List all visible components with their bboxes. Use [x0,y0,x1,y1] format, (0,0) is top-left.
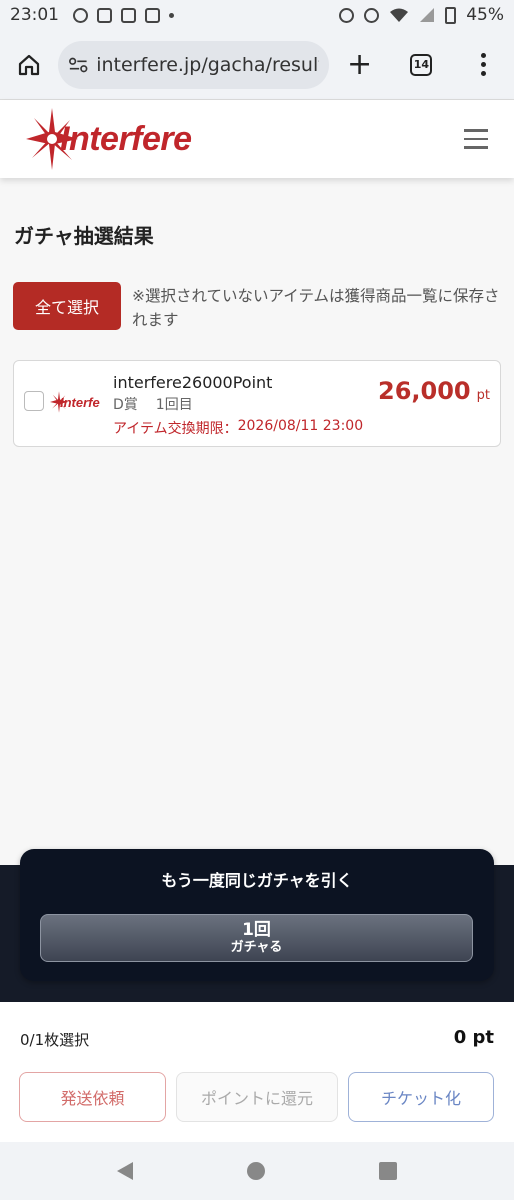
wifi-icon [390,8,409,22]
convert-to-points-button[interactable]: ポイントに還元 [176,1072,338,1122]
site-header: Interfere [0,100,514,178]
more-notifications-icon [169,12,174,18]
gacha-button-count: 1回 [242,920,271,940]
shipping-request-button[interactable]: 発送依頼 [19,1072,166,1122]
home-icon [18,54,39,75]
item-thumbnail: Interfe [50,391,100,413]
item-expiry-value: 2026/08/11 23:00 [237,418,364,434]
item-expiry-label: アイテム交換期限： [113,421,238,437]
item-rank: D賞 [113,397,138,413]
item-price-value: 26,000 [378,377,471,405]
browser-home-button[interactable] [0,53,58,77]
mute-icon [364,7,380,23]
tab-switcher-button[interactable]: 14 [391,53,453,76]
action-footer: 0/1枚選択 0 pt 発送依頼 ポイントに還元 チケット化 [0,1002,514,1142]
item-expiry: アイテム交換期限： 2026/08/11 23:00 [113,418,363,438]
gacha-again-title: もう一度同じガチャを引く [161,871,353,890]
selection-notice: ※選択されていないアイテムは獲得商品一覧に保存されます [132,287,500,329]
app-icon [145,7,160,23]
item-name: interfere26000Point [113,373,273,392]
selected-count: 0/1枚選択 [20,1031,90,1049]
status-notification-icons [73,7,174,23]
gacha-again-panel: もう一度同じガチャを引く 1回 ガチャる [20,849,494,981]
site-settings-icon [68,57,88,72]
gacha-button-label: ガチャる [230,940,283,955]
item-meta: D賞 1回目 [113,394,193,414]
app-notification-icon [97,7,112,23]
new-tab-button[interactable]: + [329,47,391,82]
news-icon [121,7,136,23]
back-icon[interactable] [117,1162,133,1180]
item-checkbox[interactable] [24,391,44,411]
selected-total-points: 0 pt [453,1027,494,1048]
signal-icon [420,8,435,22]
hamburger-menu-icon[interactable] [464,129,488,149]
browser-menu-button[interactable] [452,53,514,76]
battery-icon [445,6,457,24]
item-price: 26,000 pt [378,377,490,405]
gacha-once-button[interactable]: 1回 ガチャる [40,914,473,962]
record-icon [73,7,88,23]
tab-count: 14 [410,53,433,76]
item-price-unit: pt [476,388,490,403]
site-logo[interactable]: Interfere [26,108,192,170]
system-navigation-bar [0,1142,514,1200]
browser-toolbar: interfere.jp/gacha/result? + 14 [0,30,514,100]
thumbnail-logo-text: Interfe [60,394,100,410]
alarm-icon [339,7,355,23]
battery-percent: 45% [466,5,504,25]
convert-to-ticket-button[interactable]: チケット化 [348,1072,494,1122]
select-all-button[interactable]: 全て選択 [13,282,121,330]
address-bar[interactable]: interfere.jp/gacha/result? [57,40,329,89]
kebab-menu-icon [480,53,486,76]
status-system-icons: 45% [339,5,504,25]
result-item-card[interactable]: Interfe interfere26000Point D賞 1回目 アイテム交… [13,360,501,447]
recent-apps-icon[interactable] [379,1162,397,1180]
item-draw-number: 1回目 [155,397,193,413]
status-bar: 23:01 45% [0,0,514,30]
page-title: ガチャ抽選結果 [14,224,154,248]
plus-icon: + [347,47,373,82]
logo-text: Interfere [60,119,192,158]
url-text: interfere.jp/gacha/result? [96,53,319,76]
status-time: 23:01 [10,5,59,25]
home-circle-icon[interactable] [247,1162,265,1180]
